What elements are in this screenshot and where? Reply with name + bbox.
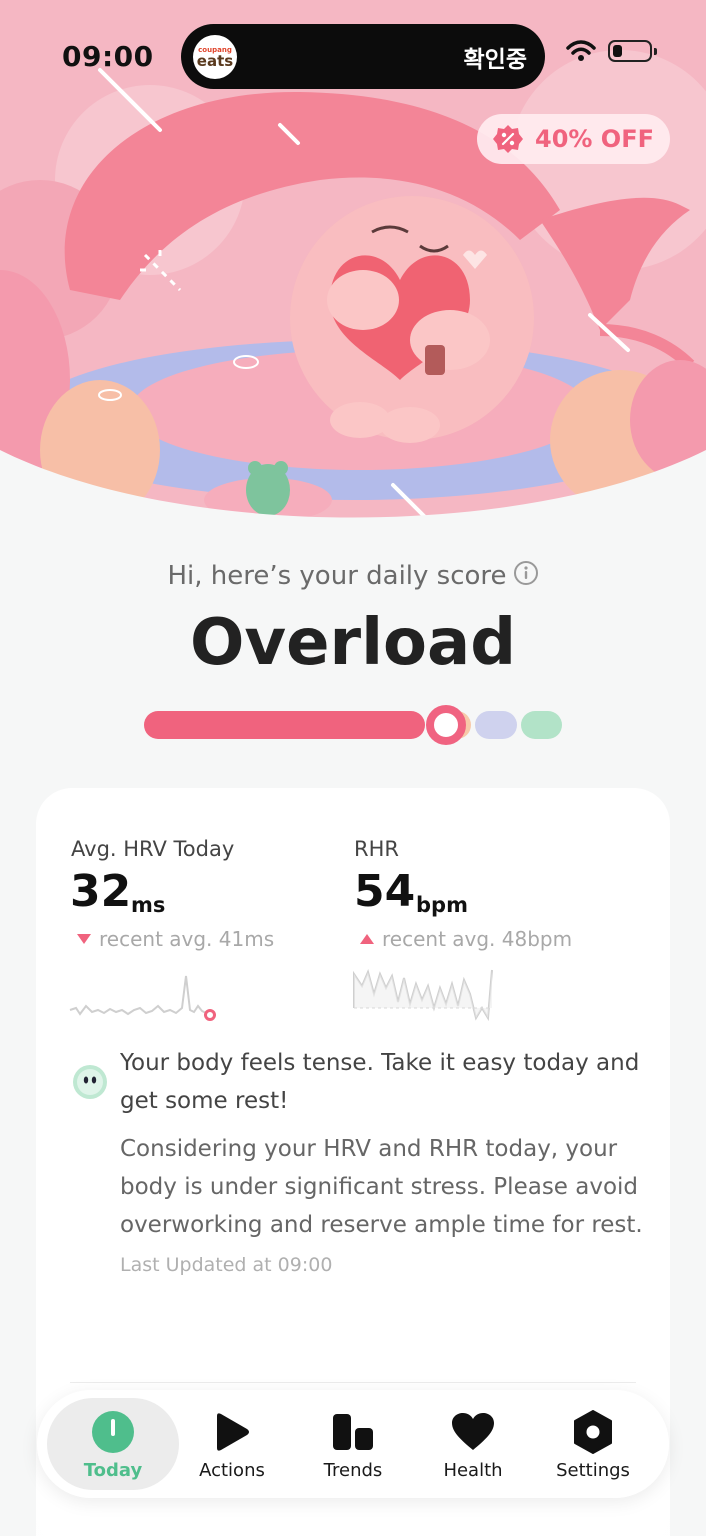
rhr-recent-avg-text: recent avg. 48bpm	[382, 927, 573, 951]
discount-badge-icon	[493, 125, 523, 153]
advice-body: Considering your HRV and RHR today, your…	[120, 1136, 643, 1238]
trend-up-icon	[360, 934, 374, 944]
tab-health[interactable]: Health	[407, 1398, 539, 1490]
rhr-unit: bpm	[416, 893, 468, 917]
heart-icon	[452, 1413, 494, 1450]
hrv-recent-avg: recent avg. 41ms	[77, 927, 274, 951]
battery-fill	[613, 45, 622, 57]
gear-icon	[574, 1410, 612, 1454]
status-icons	[566, 40, 657, 62]
tab-actions[interactable]: Actions	[166, 1398, 298, 1490]
hrv-label: Avg. HRV Today	[71, 837, 235, 861]
advice-headline: Your body feels tense. Take it easy toda…	[120, 1050, 640, 1114]
tab-label: Today	[83, 1460, 143, 1481]
hrv-sparkline	[69, 975, 216, 1021]
tab-today[interactable]: Today	[47, 1398, 179, 1490]
greeting-text: Hi, here’s your daily score	[167, 561, 507, 591]
app-logo: coupang eats	[193, 35, 237, 79]
battery-icon	[608, 40, 657, 62]
scale-segment-overload	[144, 711, 425, 739]
scale-segment-4	[521, 711, 562, 739]
today-icon	[92, 1411, 134, 1453]
hrv-value: 32	[70, 866, 132, 917]
rhr-sparkline	[353, 968, 493, 1022]
tab-label: Settings	[556, 1460, 630, 1481]
advice-section: Your body feels tense. Take it easy toda…	[73, 1044, 644, 1276]
rhr-value: 54	[354, 866, 416, 917]
app-screen: 09:00 coupang eats 확인중 40% OFF Hi, here’…	[0, 0, 706, 1536]
bar-chart-icon	[333, 1414, 373, 1450]
tab-trends[interactable]: Trends	[287, 1398, 419, 1490]
trend-down-icon	[77, 934, 91, 944]
dynamic-island[interactable]: coupang eats 확인중	[181, 24, 545, 89]
rhr-recent-avg: recent avg. 48bpm	[360, 927, 572, 951]
score-scale	[144, 705, 564, 745]
tab-settings[interactable]: Settings	[527, 1398, 659, 1490]
info-icon[interactable]	[513, 560, 539, 593]
tab-label: Health	[443, 1460, 503, 1481]
promo-badge[interactable]: 40% OFF	[477, 114, 670, 164]
island-status-text: 확인중	[463, 47, 527, 73]
wifi-icon	[566, 40, 596, 61]
mascot-icon	[73, 1065, 107, 1099]
score-indicator	[426, 705, 467, 745]
divider	[70, 1382, 636, 1383]
score-title: Overload	[190, 606, 516, 680]
play-icon	[217, 1413, 249, 1451]
promo-label: 40% OFF	[535, 125, 654, 153]
greeting: Hi, here’s your daily score	[0, 560, 706, 593]
hrv-recent-avg-text: recent avg. 41ms	[99, 927, 275, 951]
rhr-label: RHR	[354, 837, 399, 861]
app-logo-bottom: eats	[196, 51, 234, 70]
tab-label: Actions	[199, 1460, 265, 1481]
status-time: 09:00	[62, 40, 154, 73]
hrv-unit: ms	[131, 893, 166, 917]
tab-label: Trends	[323, 1460, 383, 1481]
last-updated: Last Updated at 09:00	[120, 1254, 333, 1276]
scale-segment-3	[475, 711, 517, 739]
tab-bar: Today Actions Trends Health Settings	[37, 1390, 669, 1498]
